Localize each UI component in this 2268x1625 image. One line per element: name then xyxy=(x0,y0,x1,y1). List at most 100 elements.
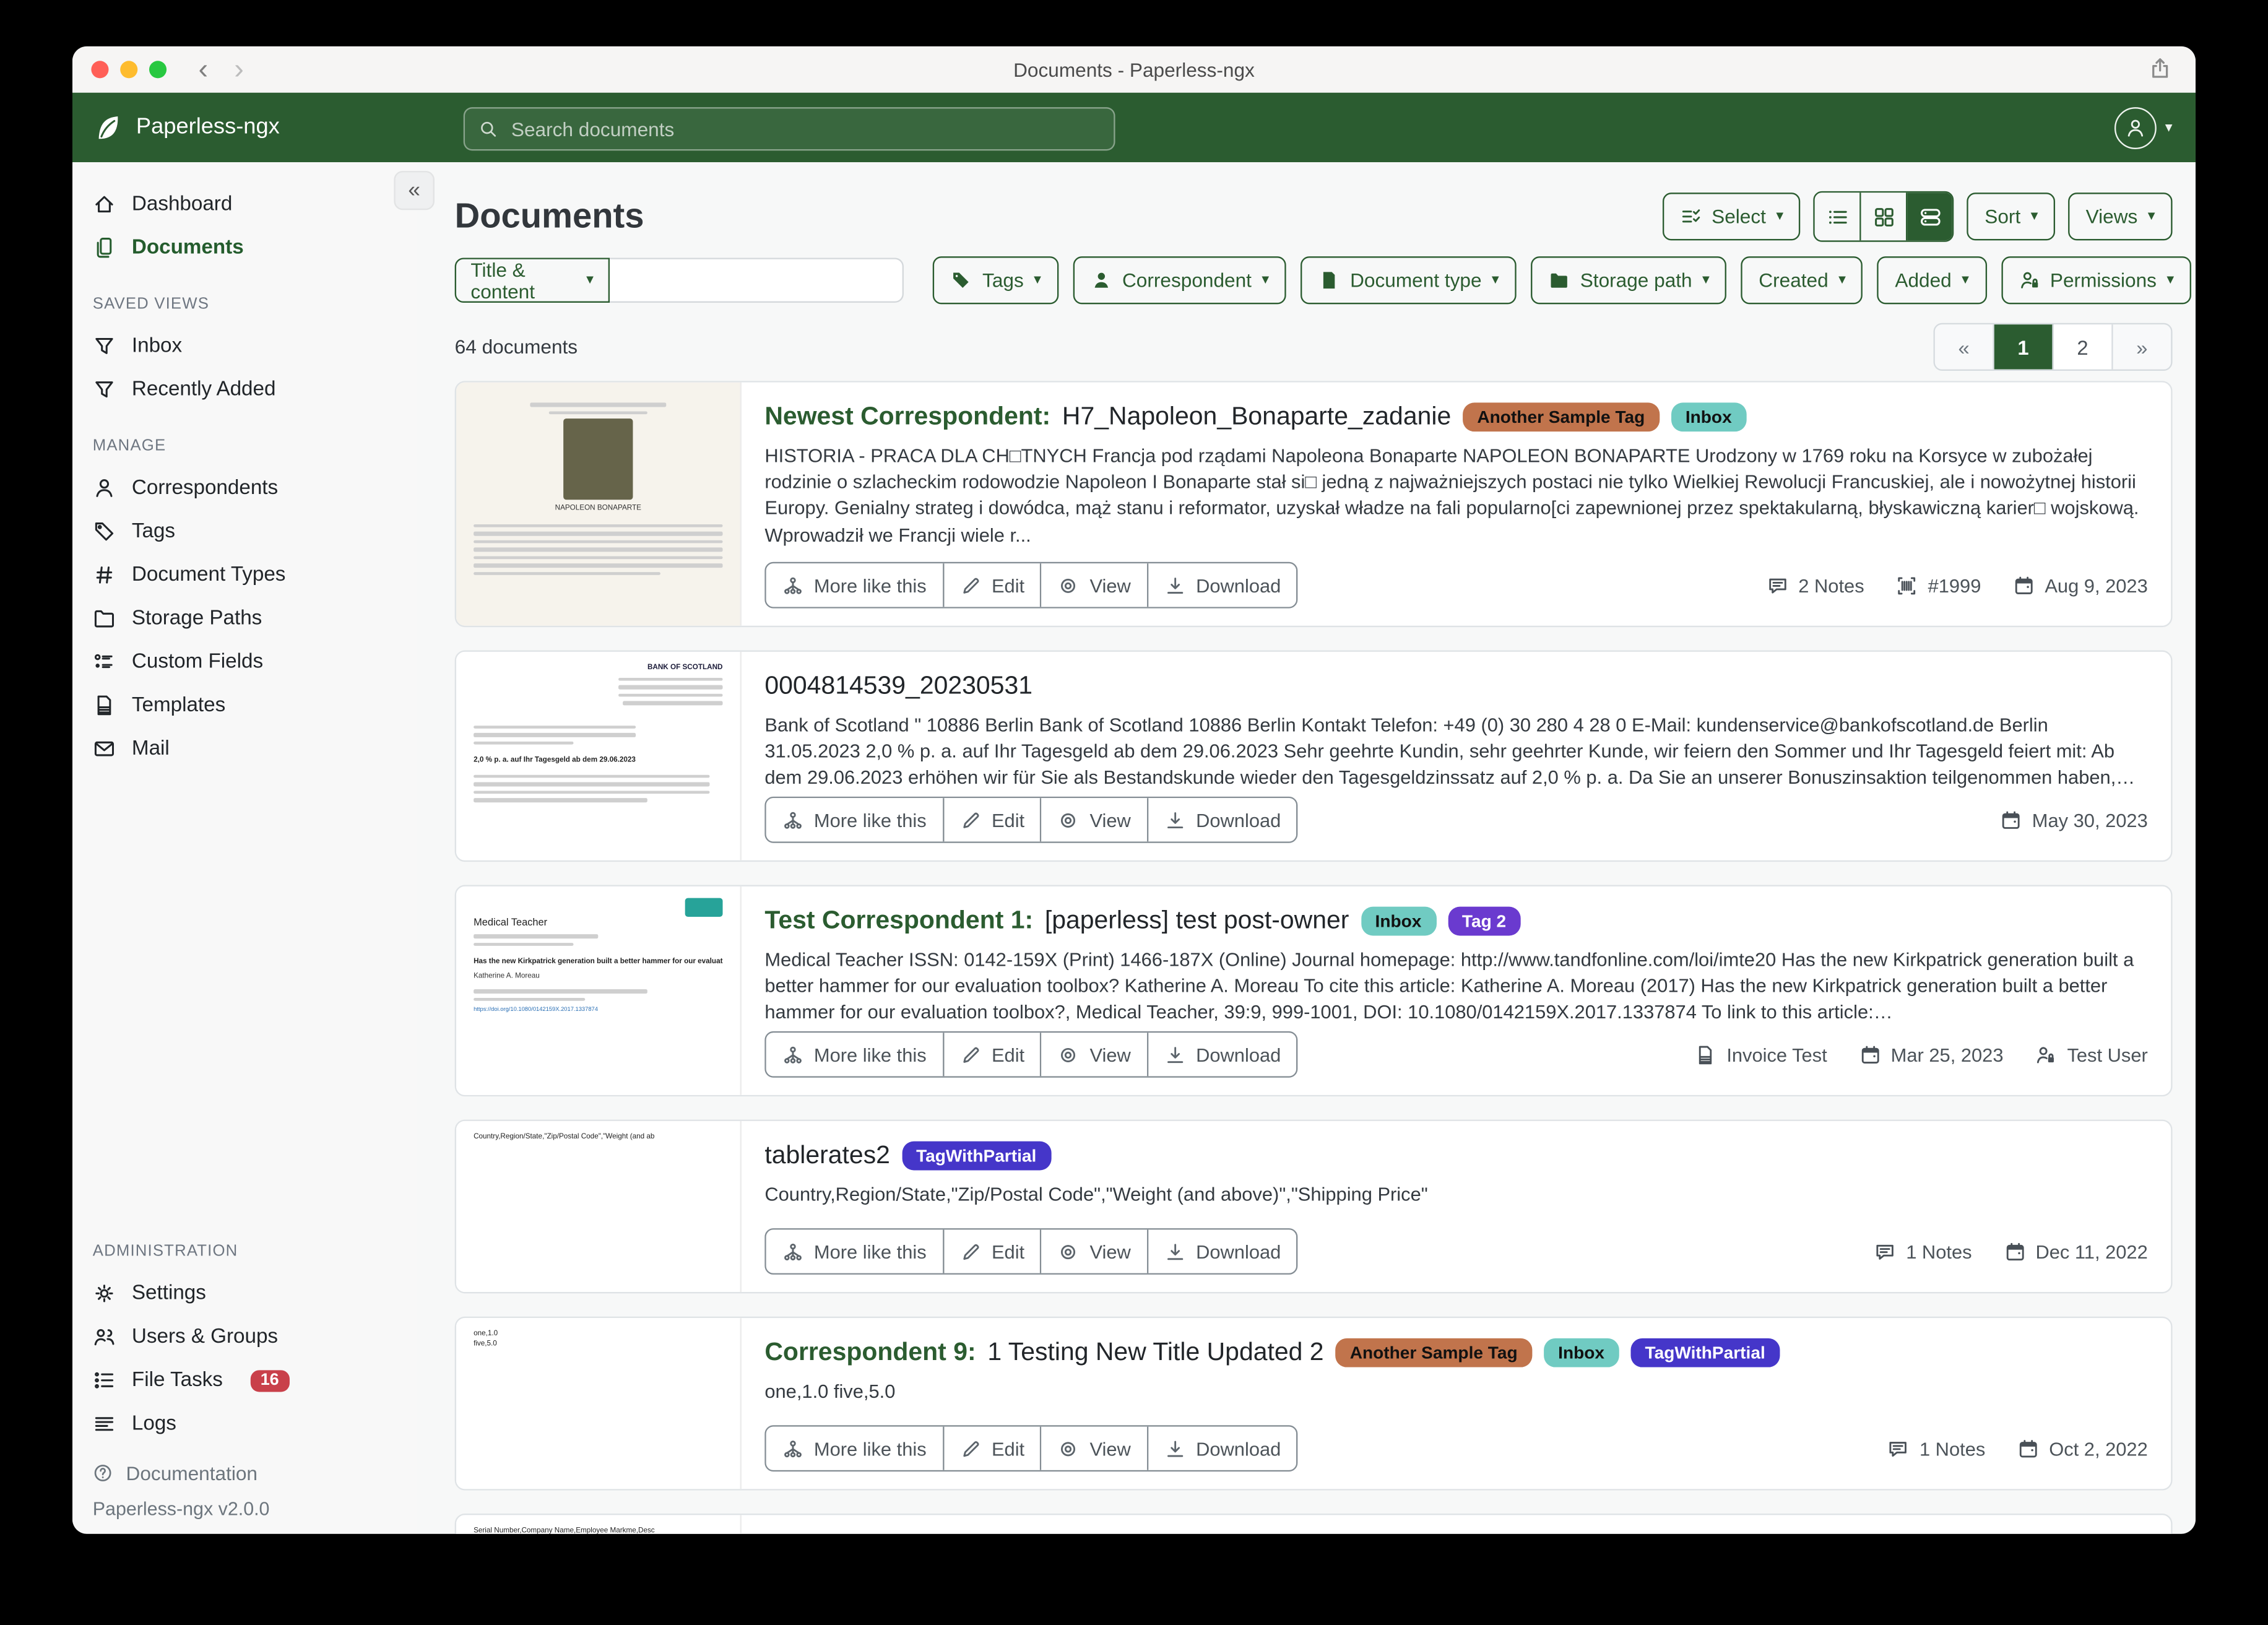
view-button[interactable]: View xyxy=(1042,1229,1148,1273)
edit-button[interactable]: Edit xyxy=(944,1033,1042,1076)
meta-calendar[interactable]: Oct 2, 2022 xyxy=(2017,1437,2148,1459)
view-button[interactable]: View xyxy=(1042,563,1148,607)
sidebar-item-custom-fields[interactable]: Custom Fields xyxy=(72,640,417,683)
brand[interactable]: Paperless-ngx xyxy=(93,112,280,142)
tag[interactable]: TagWithPartial xyxy=(1630,1338,1780,1367)
edit-button[interactable]: Edit xyxy=(944,798,1042,841)
tag[interactable]: Another Sample Tag xyxy=(1463,402,1660,431)
sidebar-item-mail[interactable]: Mail xyxy=(72,727,417,771)
document-card[interactable]: Medical TeacherHas the new Kirkpatrick g… xyxy=(455,885,2173,1097)
document-title[interactable]: tablerates2 xyxy=(764,1140,890,1170)
filter-created-button[interactable]: Created▾ xyxy=(1741,256,1863,304)
view-details-button[interactable] xyxy=(1908,193,1953,240)
document-title[interactable]: H7_Napoleon_Bonaparte_zadanie xyxy=(1062,401,1451,431)
page-button-»[interactable]: » xyxy=(2113,324,2171,370)
title-content-selector[interactable]: Title & content ▾ xyxy=(455,258,610,303)
filter-document-type-button[interactable]: Document type▾ xyxy=(1301,256,1517,304)
more-like-this-button[interactable]: More like this xyxy=(766,563,944,607)
download-button[interactable]: Download xyxy=(1148,1427,1297,1470)
page-button-«[interactable]: « xyxy=(1935,324,1994,370)
edit-button[interactable]: Edit xyxy=(944,1427,1042,1470)
download-button[interactable]: Download xyxy=(1148,1033,1297,1076)
sidebar-item-templates[interactable]: Templates xyxy=(72,683,417,727)
document-title[interactable]: [paperless] test post-owner xyxy=(1045,905,1349,935)
view-button[interactable]: View xyxy=(1042,798,1148,841)
download-button[interactable]: Download xyxy=(1148,798,1297,841)
filter-added-button[interactable]: Added▾ xyxy=(1877,256,1986,304)
document-card[interactable]: Serial Number,Company Name,Employee Mark… xyxy=(455,1514,2173,1534)
meta-calendar[interactable]: Dec 11, 2022 xyxy=(2004,1241,2148,1262)
select-button[interactable]: Select ▾ xyxy=(1663,193,1801,240)
global-search[interactable] xyxy=(464,107,1115,150)
more-like-this-button[interactable]: More like this xyxy=(766,798,944,841)
meta-comment[interactable]: 1 Notes xyxy=(1887,1437,1985,1459)
title-content-input[interactable] xyxy=(610,258,904,303)
sidebar-item-inbox[interactable]: Inbox xyxy=(72,324,417,368)
meta-barcode[interactable]: #1999 xyxy=(1896,574,1981,596)
document-correspondent-link[interactable]: Test Correspondent 1: xyxy=(764,905,1033,935)
document-correspondent-link[interactable]: Correspondent 9: xyxy=(764,1337,976,1367)
page-button-2[interactable]: 2 xyxy=(2054,324,2113,370)
meta-personlock[interactable]: Test User xyxy=(2035,1044,2148,1065)
tag[interactable]: Inbox xyxy=(1544,1338,1619,1367)
tag[interactable]: Inbox xyxy=(1671,402,1746,431)
edit-button[interactable]: Edit xyxy=(944,1229,1042,1273)
document-thumbnail[interactable]: Country,Region/State,"Zip/Postal Code","… xyxy=(456,1121,742,1292)
view-list-button[interactable] xyxy=(1816,193,1862,240)
sidebar-item-logs[interactable]: Logs xyxy=(72,1402,417,1445)
sidebar-item-users-groups[interactable]: Users & Groups xyxy=(72,1315,417,1358)
sidebar-collapse-button[interactable]: « xyxy=(394,171,435,210)
document-correspondent-link[interactable]: Newest Correspondent: xyxy=(764,401,1050,431)
more-like-this-button[interactable]: More like this xyxy=(766,1229,944,1273)
view-button[interactable]: View xyxy=(1042,1033,1148,1076)
sidebar-item-document-types[interactable]: Document Types xyxy=(72,553,417,597)
filter-correspondent-button[interactable]: Correspondent▾ xyxy=(1073,256,1286,304)
sidebar-item-documents[interactable]: Documents xyxy=(72,226,417,269)
sidebar-item-settings[interactable]: Settings xyxy=(72,1272,417,1315)
search-input[interactable] xyxy=(508,116,1101,141)
tag[interactable]: Another Sample Tag xyxy=(1335,1338,1532,1367)
sidebar-item-recently-added[interactable]: Recently Added xyxy=(72,368,417,411)
view-button[interactable]: View xyxy=(1042,1427,1148,1470)
meta-calendar[interactable]: Aug 9, 2023 xyxy=(2013,574,2148,596)
document-title[interactable]: 1 Testing New Title Updated 2 xyxy=(987,1337,1323,1367)
document-thumbnail[interactable]: BANK OF SCOTLAND2,0 % p. a. auf Ihr Tage… xyxy=(456,652,742,860)
document-card[interactable]: BANK OF SCOTLAND2,0 % p. a. auf Ihr Tage… xyxy=(455,651,2173,862)
document-thumbnail[interactable]: Serial Number,Company Name,Employee Mark… xyxy=(456,1515,742,1533)
views-button[interactable]: Views ▾ xyxy=(2069,193,2173,240)
more-like-this-button[interactable]: More like this xyxy=(766,1033,944,1076)
meta-comment[interactable]: 1 Notes xyxy=(1874,1241,1972,1262)
user-menu[interactable]: ▾ xyxy=(2114,107,2173,149)
document-card[interactable]: one,1.0five,5.0 Correspondent 9: 1 Testi… xyxy=(455,1317,2173,1491)
sidebar-item-file-tasks[interactable]: File Tasks16 xyxy=(72,1359,417,1402)
document-title[interactable]: 0004814539_20230531 xyxy=(764,670,1032,701)
document-thumbnail[interactable]: NAPOLEON BONAPARTE xyxy=(456,383,742,626)
document-thumbnail[interactable]: one,1.0five,5.0 xyxy=(456,1318,742,1489)
tag[interactable]: Tag 2 xyxy=(1448,906,1521,935)
document-card[interactable]: Country,Region/State,"Zip/Postal Code","… xyxy=(455,1120,2173,1294)
edit-button[interactable]: Edit xyxy=(944,563,1042,607)
document-thumbnail[interactable]: Medical TeacherHas the new Kirkpatrick g… xyxy=(456,886,742,1095)
tag[interactable]: Inbox xyxy=(1361,906,1436,935)
sort-button[interactable]: Sort ▾ xyxy=(1967,193,2055,240)
page-button-1[interactable]: 1 xyxy=(1994,324,2054,370)
meta-filelines[interactable]: Invoice Test xyxy=(1695,1044,1827,1065)
meta-calendar[interactable]: Mar 25, 2023 xyxy=(1859,1044,2003,1065)
meta-calendar[interactable]: May 30, 2023 xyxy=(2000,809,2147,831)
more-like-this-button[interactable]: More like this xyxy=(766,1427,944,1470)
filter-permissions-button[interactable]: Permissions▾ xyxy=(2001,256,2191,304)
download-button[interactable]: Download xyxy=(1148,1229,1297,1273)
meta-comment[interactable]: 2 Notes xyxy=(1767,574,1864,596)
document-card[interactable]: NAPOLEON BONAPARTE Newest Correspondent:… xyxy=(455,381,2173,627)
sidebar-item-dashboard[interactable]: Dashboard xyxy=(72,183,417,226)
share-icon[interactable] xyxy=(2148,56,2173,81)
tag[interactable]: TagWithPartial xyxy=(902,1141,1051,1170)
sidebar-item-tags[interactable]: Tags xyxy=(72,510,417,553)
download-button[interactable]: Download xyxy=(1148,563,1297,607)
sidebar-item-correspondents[interactable]: Correspondents xyxy=(72,466,417,509)
filter-storage-path-button[interactable]: Storage path▾ xyxy=(1531,256,1727,304)
sidebar-item-documentation[interactable]: Documentation xyxy=(72,1454,417,1492)
filter-tags-button[interactable]: Tags▾ xyxy=(933,256,1058,304)
view-grid-button[interactable] xyxy=(1861,193,1908,240)
sidebar-item-storage-paths[interactable]: Storage Paths xyxy=(72,597,417,640)
